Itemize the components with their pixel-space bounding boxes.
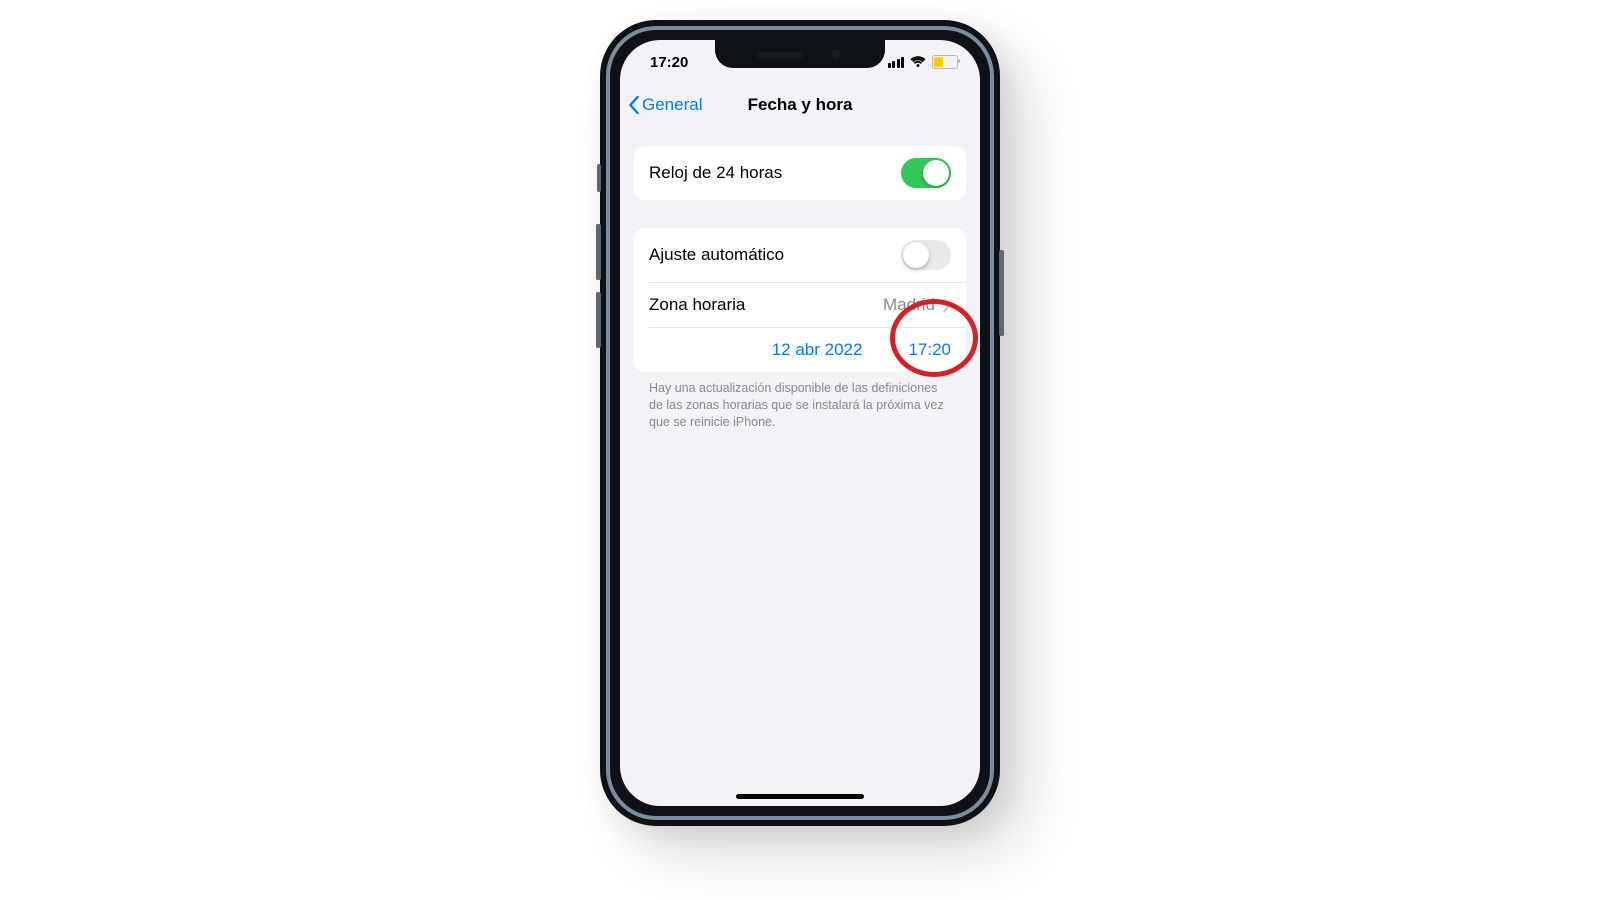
row-24h-clock: Reloj de 24 horas bbox=[634, 146, 966, 200]
chevron-left-icon bbox=[628, 96, 640, 114]
back-label: General bbox=[642, 95, 702, 115]
battery-icon bbox=[932, 55, 958, 69]
device-frame: 17:20 General Fecha y hora bbox=[600, 20, 1000, 826]
volume-up-button bbox=[596, 224, 601, 280]
toggle-24h-clock[interactable] bbox=[901, 158, 951, 188]
cellular-signal-icon bbox=[888, 57, 905, 68]
notch bbox=[715, 40, 885, 68]
volume-down-button bbox=[596, 292, 601, 348]
time-picker-value[interactable]: 17:20 bbox=[908, 340, 951, 360]
date-picker-value[interactable]: 12 abr 2022 bbox=[772, 340, 863, 360]
group-datetime: Ajuste automático Zona horaria Madrid 12… bbox=[634, 228, 966, 372]
toggle-auto-adjust[interactable] bbox=[901, 240, 951, 270]
page-title: Fecha y hora bbox=[748, 95, 853, 115]
back-button[interactable]: General bbox=[628, 84, 702, 126]
chevron-right-icon bbox=[943, 299, 951, 312]
home-indicator bbox=[736, 794, 864, 799]
row-date-time: 12 abr 2022 17:20 bbox=[634, 328, 966, 372]
value-timezone: Madrid bbox=[883, 295, 935, 315]
row-timezone[interactable]: Zona horaria Madrid bbox=[634, 283, 966, 327]
status-time: 17:20 bbox=[650, 54, 688, 71]
screen: 17:20 General Fecha y hora bbox=[620, 40, 980, 806]
row-auto-adjust: Ajuste automático bbox=[634, 228, 966, 282]
side-button bbox=[999, 250, 1004, 336]
wifi-icon bbox=[910, 56, 926, 68]
nav-bar: General Fecha y hora bbox=[620, 84, 980, 126]
group-clock: Reloj de 24 horas bbox=[634, 146, 966, 200]
label-timezone: Zona horaria bbox=[649, 295, 745, 315]
mute-switch bbox=[597, 164, 601, 192]
label-auto-adjust: Ajuste automático bbox=[649, 245, 784, 265]
label-24h-clock: Reloj de 24 horas bbox=[649, 163, 782, 183]
footer-note: Hay una actualización disponible de las … bbox=[634, 372, 966, 431]
